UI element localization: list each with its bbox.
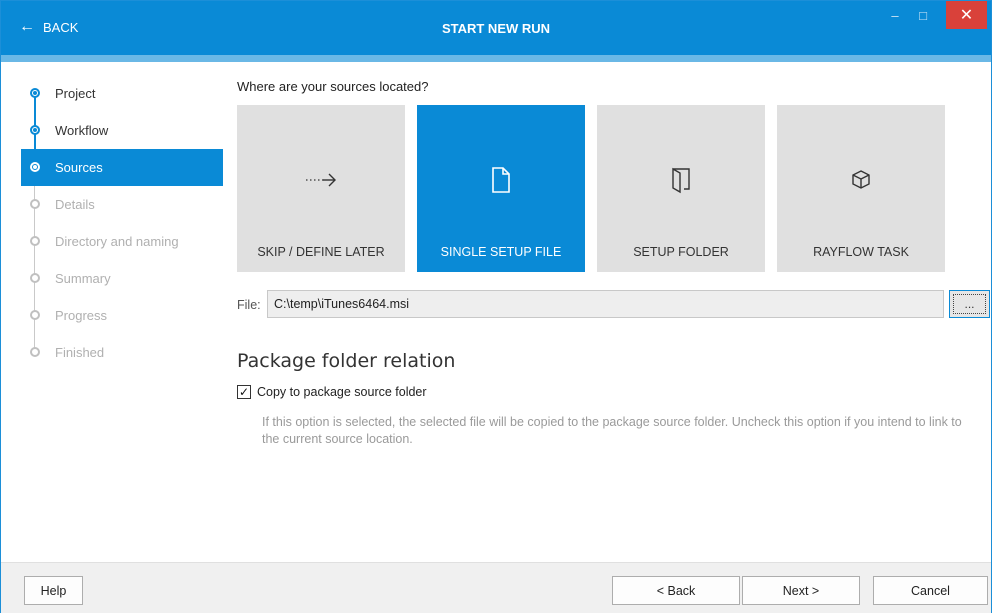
close-button[interactable]: ✕	[946, 1, 987, 29]
tile-skip-define-later[interactable]: SKIP / DEFINE LATER	[237, 105, 405, 272]
back-link-label: BACK	[43, 19, 79, 35]
tile-setup-folder[interactable]: SETUP FOLDER	[597, 105, 765, 272]
step-label: Finished	[55, 345, 105, 360]
step-pending-icon	[30, 310, 40, 320]
file-path-input[interactable]	[267, 290, 944, 318]
step-project[interactable]: Project	[1, 75, 223, 112]
step-label: Details	[55, 197, 95, 212]
back-link[interactable]: ← BACK	[19, 19, 78, 35]
step-label: Sources	[55, 160, 103, 175]
step-pending-icon	[30, 347, 40, 357]
next-button[interactable]: Next >	[742, 576, 860, 605]
step-progress: Progress	[1, 297, 223, 334]
step-finished: Finished	[1, 334, 223, 371]
step-done-icon	[30, 125, 40, 135]
copy-option-hint: If this option is selected, the selected…	[262, 415, 962, 446]
title-bar: ← BACK START NEW RUN – □ ✕	[1, 1, 991, 55]
tile-rayflow-task[interactable]: RAYFLOW TASK	[777, 105, 945, 272]
title-bar-accent-strip	[1, 55, 991, 62]
step-summary: Summary	[1, 260, 223, 297]
checkbox-box[interactable]: ✓	[237, 385, 251, 399]
dotted-arrow-right-icon	[237, 165, 405, 195]
tile-label: SINGLE SETUP FILE	[440, 245, 562, 259]
step-pending-icon	[30, 236, 40, 246]
browse-button[interactable]: ...	[949, 290, 990, 318]
step-sources[interactable]: Sources	[21, 149, 223, 186]
sources-question: Where are your sources located?	[237, 79, 429, 94]
step-current-icon	[30, 162, 40, 172]
help-button[interactable]: Help	[24, 576, 83, 605]
step-label: Progress	[55, 308, 108, 323]
arrow-left-icon: ←	[19, 18, 35, 35]
wizard-window: ← BACK START NEW RUN – □ ✕ Project Workf…	[0, 0, 992, 613]
step-navigation: Project Workflow Sources Details Directo…	[1, 75, 223, 371]
step-pending-icon	[30, 199, 40, 209]
minimize-button[interactable]: –	[881, 1, 909, 29]
cube-icon	[777, 165, 945, 195]
step-label: Workflow	[55, 123, 109, 138]
maximize-button[interactable]: □	[909, 1, 937, 29]
tile-label: SKIP / DEFINE LATER	[257, 245, 385, 259]
footer-bar: Help < Back Next > Cancel	[1, 562, 991, 613]
copy-to-package-source-checkbox[interactable]: ✓ Copy to package source folder	[237, 385, 427, 399]
tile-single-setup-file[interactable]: SINGLE SETUP FILE	[417, 105, 585, 272]
cancel-button[interactable]: Cancel	[873, 576, 988, 605]
focus-rectangle	[953, 294, 986, 314]
package-folder-relation-heading: Package folder relation	[237, 350, 456, 372]
step-details: Details	[1, 186, 223, 223]
tile-label: SETUP FOLDER	[633, 245, 729, 259]
step-label: Project	[55, 86, 96, 101]
back-button[interactable]: < Back	[612, 576, 740, 605]
file-icon	[417, 165, 585, 195]
checkmark-icon: ✓	[238, 385, 250, 399]
window-title: START NEW RUN	[441, 21, 551, 36]
folder-icon	[597, 165, 765, 195]
step-label: Directory and naming	[55, 234, 179, 249]
file-field-label: File:	[237, 298, 261, 312]
checkbox-label: Copy to package source folder	[257, 385, 427, 399]
step-done-icon	[30, 88, 40, 98]
step-directory-and-naming: Directory and naming	[1, 223, 223, 260]
step-pending-icon	[30, 273, 40, 283]
tile-label: RAYFLOW TASK	[813, 245, 909, 259]
step-label: Summary	[55, 271, 111, 286]
step-workflow[interactable]: Workflow	[1, 112, 223, 149]
